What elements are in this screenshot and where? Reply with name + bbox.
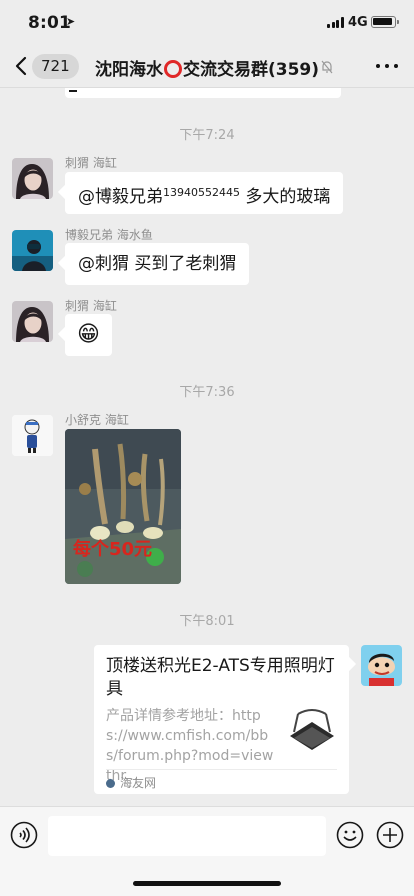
sender-name: 博毅兄弟 海水鱼 xyxy=(65,228,153,242)
avatar-boyi[interactable] xyxy=(12,230,53,271)
sender-name: 小舒克 海缸 xyxy=(65,413,129,427)
avatar-xiaoshuke[interactable] xyxy=(12,415,53,456)
chat-title: 沈阳海水 交流交易群(359) xyxy=(95,55,319,80)
grin-emoji-icon: 😁 xyxy=(77,322,100,347)
chat-nav-bar: 721 沈阳海水 交流交易群(359) xyxy=(0,44,414,88)
message-input[interactable] xyxy=(48,816,326,856)
red-circle-icon xyxy=(164,60,182,78)
timestamp: 下午7:36 xyxy=(179,385,235,400)
message-text: @博毅兄弟 xyxy=(78,187,163,207)
status-time: 8:01 xyxy=(28,13,72,33)
signal-icon xyxy=(327,17,344,28)
avatar-self[interactable] xyxy=(361,645,402,686)
photo-overlay-text: 每个50元 xyxy=(73,538,152,560)
lamp-thumbnail xyxy=(284,702,338,756)
more-icon[interactable] xyxy=(376,64,398,69)
message-text: 多大的玻璃 xyxy=(239,187,331,207)
battery-icon xyxy=(371,16,399,28)
location-arrow-icon: ➤ xyxy=(66,15,76,28)
link-card-divider xyxy=(106,769,337,770)
avatar-cihui[interactable] xyxy=(12,301,53,342)
sender-name: 刺猬 海缸 xyxy=(65,299,117,313)
timestamp: 下午7:24 xyxy=(179,128,235,143)
chat-title-part2: 交流交易群(359) xyxy=(183,60,320,80)
sender-name: 刺猬 海缸 xyxy=(65,156,117,170)
back-chevron-icon[interactable] xyxy=(12,56,32,76)
link-card[interactable]: 顶楼送积光E2-ATS专用照明灯具 产品详情参考地址：https://www.c… xyxy=(94,645,349,794)
network-type: 4G xyxy=(348,15,368,30)
plus-icon[interactable] xyxy=(376,821,404,849)
unread-count-badge[interactable]: 721 xyxy=(32,54,79,79)
chat-title-part1: 沈阳海水 xyxy=(95,60,163,80)
message-phone: 13940552445 xyxy=(163,186,240,199)
timestamp: 下午8:01 xyxy=(179,614,235,629)
mute-bell-icon xyxy=(321,60,333,74)
emoji-icon[interactable] xyxy=(336,821,364,849)
link-card-title: 顶楼送积光E2-ATS专用照明灯具 xyxy=(106,656,335,699)
home-indicator xyxy=(133,881,281,886)
emoji-bubble[interactable]: 😁 xyxy=(65,314,112,356)
message-text: @刺猬 买到了老刺猬 xyxy=(78,254,237,274)
link-card-source: 海友网 xyxy=(106,774,156,791)
message-bubble[interactable]: @刺猬 买到了老刺猬 xyxy=(65,243,250,285)
link-card-source-name: 海友网 xyxy=(120,776,157,790)
status-bar: 8:01 ➤ 4G xyxy=(0,0,414,44)
previous-message-bubble[interactable] xyxy=(65,88,341,98)
coral-photo[interactable]: 每个50元 xyxy=(65,429,181,584)
voice-icon[interactable] xyxy=(10,821,38,849)
source-icon xyxy=(106,779,115,788)
avatar-cihui[interactable] xyxy=(12,158,53,199)
message-list[interactable]: 下午7:24 刺猬 海缸 @博毅兄弟13940552445 多大的玻璃 博毅兄弟… xyxy=(0,88,414,806)
message-bubble[interactable]: @博毅兄弟13940552445 多大的玻璃 xyxy=(65,172,344,214)
